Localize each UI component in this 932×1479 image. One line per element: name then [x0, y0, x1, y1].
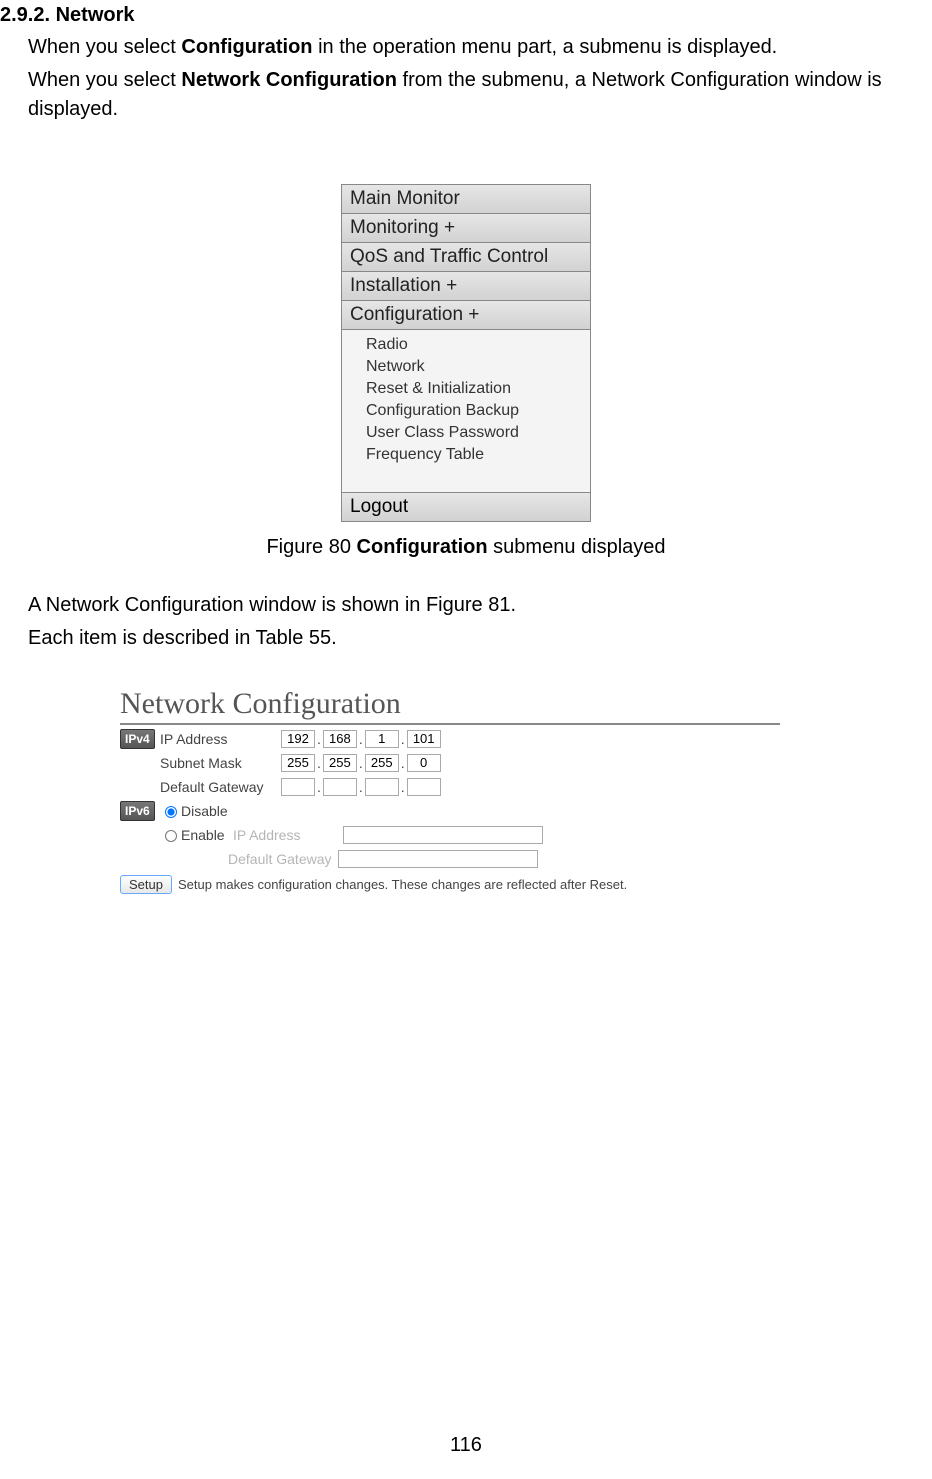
mid-paragraph-2: Each item is described in Table 55.	[0, 624, 932, 653]
bold-term: Configuration	[357, 536, 488, 558]
menu-item-installation[interactable]: Installation +	[342, 272, 590, 301]
label-ipv6-enable: Enable	[181, 827, 233, 843]
bold-term: Configuration	[181, 36, 312, 58]
dot-separator: .	[359, 779, 363, 795]
netconf-title: Network Configuration	[120, 687, 780, 721]
ip-octet-2[interactable]	[323, 730, 357, 748]
submenu-config-backup[interactable]: Configuration Backup	[342, 400, 590, 422]
text: When you select	[28, 36, 181, 58]
network-configuration-figure: Network Configuration IPv4 IP Address . …	[120, 687, 780, 894]
label-ipv6-disable: Disable	[181, 803, 228, 819]
text: Figure 80	[266, 536, 356, 558]
dot-separator: .	[359, 731, 363, 747]
dot-separator: .	[401, 755, 405, 771]
dot-separator: .	[359, 755, 363, 771]
ip-octet-1[interactable]	[281, 730, 315, 748]
menu-item-configuration[interactable]: Configuration +	[342, 301, 590, 330]
ipv6-badge: IPv6	[120, 801, 155, 821]
dot-separator: .	[401, 779, 405, 795]
subnet-octet-1[interactable]	[281, 754, 315, 772]
gateway-octet-1[interactable]	[281, 778, 315, 796]
submenu-user-class-password[interactable]: User Class Password	[342, 422, 590, 444]
ipv4-badge: IPv4	[120, 729, 155, 749]
submenu-frequency-table[interactable]: Frequency Table	[342, 444, 590, 466]
setup-description: Setup makes configuration changes. These…	[178, 877, 627, 892]
label-subnet-mask: Subnet Mask	[160, 755, 280, 771]
gateway-octet-2[interactable]	[323, 778, 357, 796]
label-ipv6-ip-address: IP Address	[233, 827, 343, 843]
figure-80-caption: Figure 80 Configuration submenu displaye…	[0, 536, 932, 559]
subnet-octet-4[interactable]	[407, 754, 441, 772]
menu-item-qos[interactable]: QoS and Traffic Control	[342, 243, 590, 272]
ipv6-enable-radio[interactable]	[165, 830, 177, 842]
label-ip-address: IP Address	[160, 731, 280, 747]
intro-paragraph-2a: When you select Network Configuration fr…	[0, 66, 932, 124]
submenu-reset-init[interactable]: Reset & Initialization	[342, 378, 590, 400]
intro-paragraph-1: When you select Configuration in the ope…	[0, 33, 932, 62]
ipv6-ip-input[interactable]	[343, 826, 543, 844]
dot-separator: .	[317, 731, 321, 747]
setup-button[interactable]: Setup	[120, 875, 172, 894]
configuration-submenu: Radio Network Reset & Initialization Con…	[342, 330, 590, 492]
ipv6-disable-radio[interactable]	[165, 806, 177, 818]
subnet-octet-3[interactable]	[365, 754, 399, 772]
section-heading: 2.9.2. Network	[0, 4, 932, 27]
ip-octet-4[interactable]	[407, 730, 441, 748]
mid-paragraph-1: A Network Configuration window is shown …	[0, 591, 932, 620]
submenu-network[interactable]: Network	[342, 356, 590, 378]
subnet-octet-2[interactable]	[323, 754, 357, 772]
ip-octet-3[interactable]	[365, 730, 399, 748]
gateway-octet-4[interactable]	[407, 778, 441, 796]
text: in the operation menu part, a submenu is…	[313, 36, 778, 58]
label-ipv6-default-gateway: Default Gateway	[228, 851, 338, 867]
text: When you select	[28, 69, 181, 91]
menu-item-main-monitor[interactable]: Main Monitor	[342, 185, 590, 214]
divider	[120, 723, 780, 725]
text: submenu displayed	[488, 536, 666, 558]
dot-separator: .	[317, 779, 321, 795]
menu-item-monitoring[interactable]: Monitoring +	[342, 214, 590, 243]
dot-separator: .	[401, 731, 405, 747]
gateway-octet-3[interactable]	[365, 778, 399, 796]
configuration-menu-figure: Main Monitor Monitoring + QoS and Traffi…	[341, 184, 591, 522]
dot-separator: .	[317, 755, 321, 771]
label-default-gateway: Default Gateway	[160, 779, 280, 795]
bold-term: Network Configuration	[181, 69, 397, 91]
menu-item-logout[interactable]: Logout	[342, 492, 590, 521]
submenu-radio[interactable]: Radio	[342, 334, 590, 356]
ipv6-gateway-input[interactable]	[338, 850, 538, 868]
page-number: 116	[0, 1434, 932, 1457]
